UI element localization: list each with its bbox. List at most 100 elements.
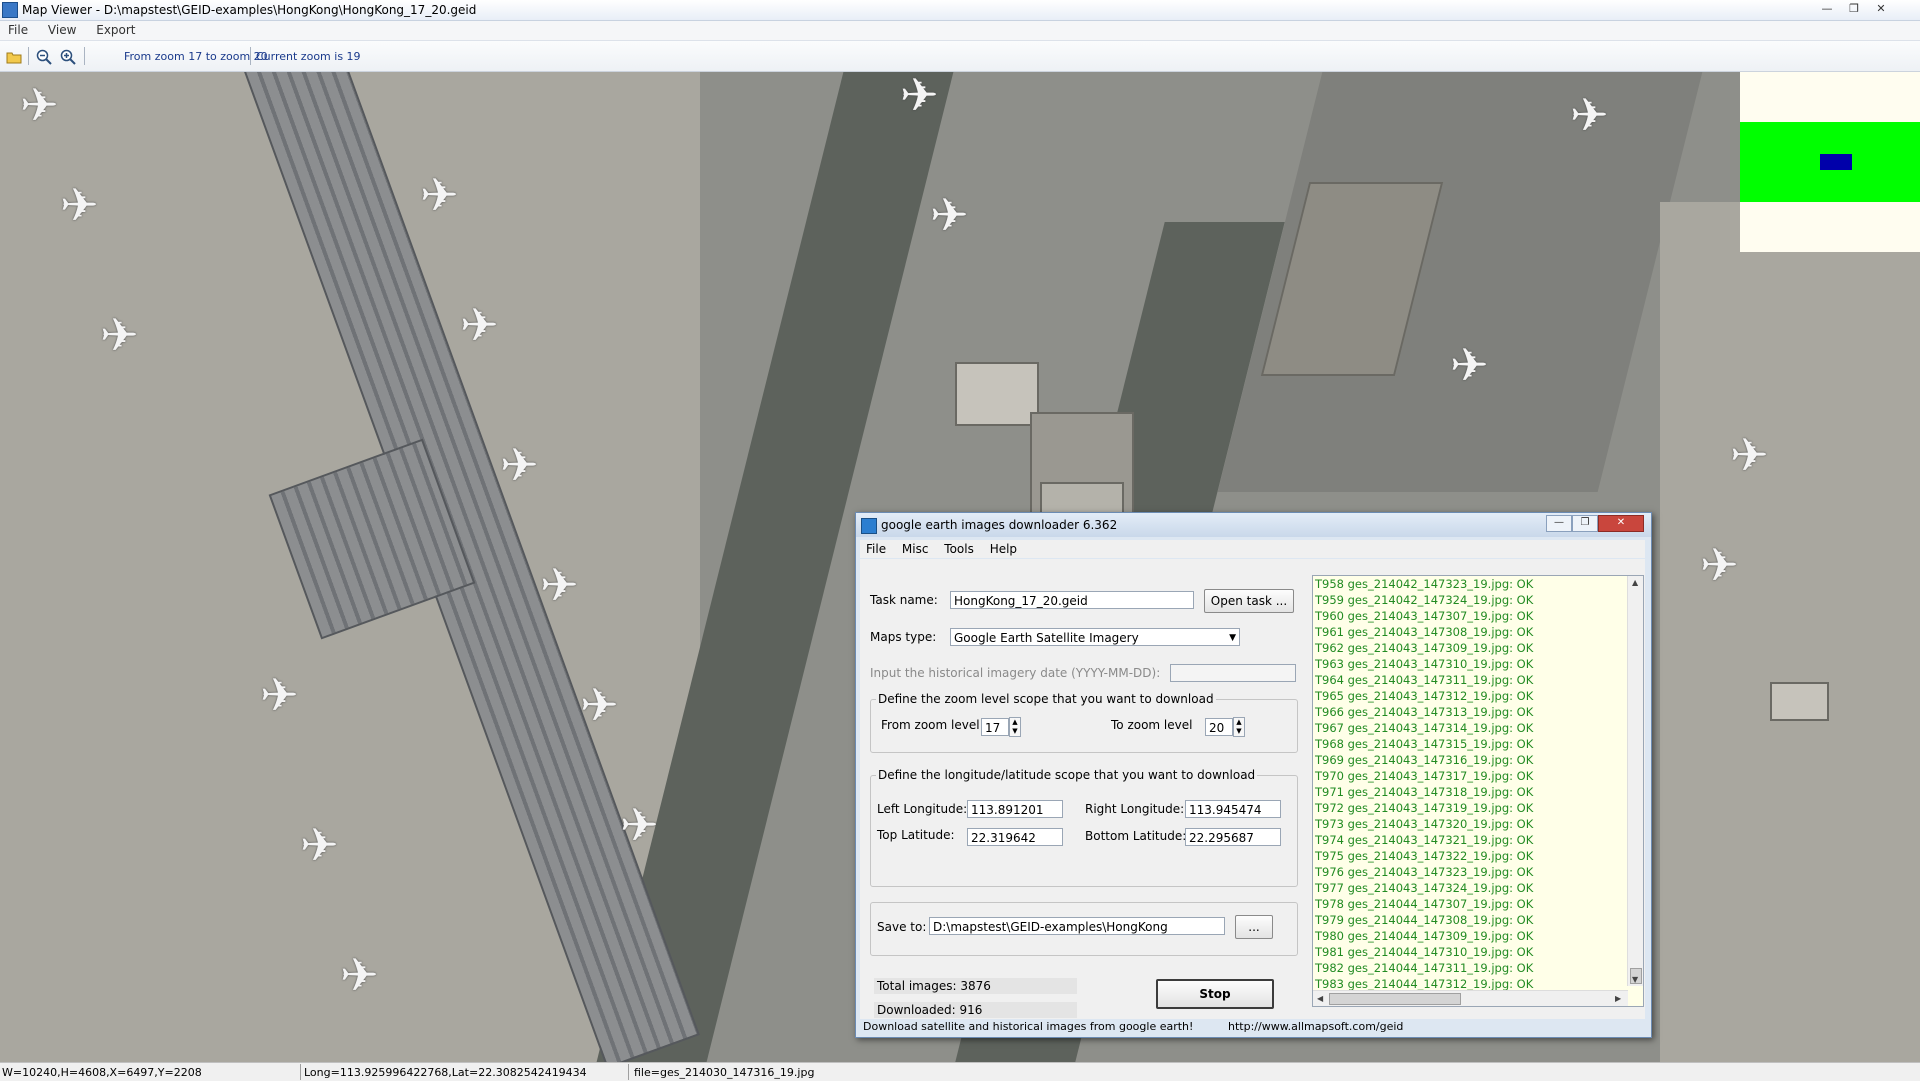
left-longitude-label: Left Longitude:	[877, 802, 968, 816]
log-line: T967 ges_214043_147314_19.jpg: OK	[1315, 721, 1534, 735]
airplane-icon: ✈	[1570, 88, 1609, 142]
menu-file[interactable]: File	[0, 21, 36, 37]
airplane-icon: ✈	[260, 668, 299, 722]
building	[955, 362, 1039, 426]
dialog-menu-bar: File Misc Tools Help	[860, 540, 1645, 558]
restore-button[interactable]: ❐	[1843, 1, 1865, 17]
log-line: T964 ges_214043_147311_19.jpg: OK	[1315, 673, 1534, 687]
left-longitude-input[interactable]: 113.891201	[967, 800, 1063, 818]
stop-button[interactable]: Stop	[1156, 979, 1274, 1009]
log-line: T973 ges_214043_147320_19.jpg: OK	[1315, 817, 1534, 831]
status-separator	[300, 1064, 301, 1080]
download-log[interactable]: T958 ges_214042_147323_19.jpg: OK T959 ge…	[1312, 575, 1644, 1007]
status-file: file=ges_214030_147316_19.jpg	[634, 1066, 815, 1079]
browse-button[interactable]: ...	[1235, 915, 1273, 939]
to-zoom-input[interactable]: 20	[1205, 718, 1233, 736]
current-zoom-text: Current zoom is 19	[256, 50, 361, 63]
log-horizontal-scrollbar[interactable]: ◀ ▶	[1313, 990, 1628, 1006]
east-apron	[1660, 202, 1920, 1062]
log-line: T968 ges_214043_147315_19.jpg: OK	[1315, 737, 1534, 751]
dialog-menu-help[interactable]: Help	[984, 540, 1023, 556]
scroll-up-icon[interactable]: ▲	[1632, 578, 1638, 587]
airplane-icon: ✈	[100, 308, 139, 362]
log-line: T980 ges_214044_147309_19.jpg: OK	[1315, 929, 1534, 943]
airplane-icon: ✈	[20, 78, 59, 132]
log-line: T961 ges_214043_147308_19.jpg: OK	[1315, 625, 1534, 639]
scroll-left-icon[interactable]: ◀	[1317, 994, 1323, 1003]
airplane-icon: ✈	[540, 558, 579, 612]
folder-open-icon[interactable]	[6, 49, 22, 65]
dialog-minimize-button[interactable]: —	[1546, 515, 1572, 532]
airplane-icon: ✈	[300, 818, 339, 872]
dialog-menu-file[interactable]: File	[860, 540, 892, 556]
downloader-dialog: google earth images downloader 6.362 — ❐…	[855, 512, 1652, 1038]
save-to-label: Save to:	[877, 920, 927, 934]
airplane-icon: ✈	[1700, 538, 1739, 592]
log-line: T965 ges_214043_147312_19.jpg: OK	[1315, 689, 1534, 703]
right-longitude-input[interactable]: 113.945474	[1185, 800, 1281, 818]
menu-bar: File View Export	[0, 21, 1920, 41]
zoom-range-text: From zoom 17 to zoom 20	[124, 50, 268, 63]
maps-type-label: Maps type:	[870, 630, 937, 644]
chevron-down-icon: ▼	[1229, 633, 1236, 643]
from-zoom-label: From zoom level	[881, 718, 980, 732]
save-path-input[interactable]: D:\mapstest\GEID-examples\HongKong	[929, 917, 1225, 935]
log-line: T970 ges_214043_147317_19.jpg: OK	[1315, 769, 1534, 783]
maps-type-select[interactable]: Google Earth Satellite Imagery ▼	[950, 628, 1240, 646]
dialog-menu-tools[interactable]: Tools	[938, 540, 980, 556]
log-line: T982 ges_214044_147311_19.jpg: OK	[1315, 961, 1534, 975]
log-line: T974 ges_214043_147321_19.jpg: OK	[1315, 833, 1534, 847]
task-name-input[interactable]: HongKong_17_20.geid	[950, 591, 1194, 609]
historical-date-input[interactable]	[1170, 664, 1296, 682]
globe-icon	[861, 518, 877, 534]
toolbar-separator	[250, 47, 251, 65]
airplane-icon: ✈	[930, 188, 969, 242]
log-line: T978 ges_214044_147307_19.jpg: OK	[1315, 897, 1534, 911]
airplane-icon: ✈	[1730, 428, 1769, 482]
status-separator	[628, 1064, 629, 1080]
airplane-icon: ✈	[340, 948, 379, 1002]
scroll-right-icon[interactable]: ▶	[1615, 994, 1621, 1003]
log-line: T971 ges_214043_147318_19.jpg: OK	[1315, 785, 1534, 799]
open-task-button[interactable]: Open task ...	[1204, 589, 1294, 613]
dialog-footer-url[interactable]: http://www.allmapsoft.com/geid	[1228, 1020, 1403, 1033]
airplane-icon: ✈	[420, 168, 459, 222]
log-vertical-scrollbar[interactable]: ▲ ▼	[1627, 576, 1643, 986]
airplane-icon: ✈	[60, 178, 99, 232]
window-titlebar: Map Viewer - D:\mapstest\GEID-examples\H…	[0, 0, 1920, 21]
total-images-text: Total images: 3876	[874, 978, 1077, 994]
top-latitude-input[interactable]: 22.319642	[967, 828, 1063, 846]
menu-view[interactable]: View	[40, 21, 84, 37]
zoom-level-group: Define the zoom level scope that you wan…	[870, 692, 1298, 753]
from-zoom-stepper[interactable]: ▲ ▼	[1009, 717, 1021, 737]
log-line: T976 ges_214043_147323_19.jpg: OK	[1315, 865, 1534, 879]
dialog-maximize-button[interactable]: ❐	[1572, 515, 1598, 532]
log-line: T959 ges_214042_147324_19.jpg: OK	[1315, 593, 1534, 607]
scroll-down-icon[interactable]: ▼	[1632, 975, 1638, 984]
dialog-menu-misc[interactable]: Misc	[896, 540, 935, 556]
dialog-close-button[interactable]: ✕	[1598, 515, 1644, 532]
close-button[interactable]: ✕	[1870, 1, 1892, 17]
zoom-in-icon[interactable]	[60, 49, 76, 65]
from-zoom-input[interactable]: 17	[981, 718, 1009, 736]
bottom-latitude-label: Bottom Latitude:	[1085, 829, 1187, 843]
menu-export[interactable]: Export	[88, 21, 143, 37]
zoom-group-legend: Define the zoom level scope that you wan…	[876, 692, 1216, 706]
airplane-icon: ✈	[460, 298, 499, 352]
bottom-latitude-input[interactable]: 22.295687	[1185, 828, 1281, 846]
historical-date-label: Input the historical imagery date (YYYY-…	[870, 666, 1161, 680]
minimize-button[interactable]: —	[1816, 1, 1838, 17]
save-group: Save to: D:\mapstest\GEID-examples\HongK…	[870, 902, 1298, 956]
status-coordinates: Long=113.925996422768,Lat=22.30825424194…	[304, 1066, 587, 1079]
zoom-out-icon[interactable]	[36, 49, 52, 65]
dialog-body: Task name: HongKong_17_20.geid Open task…	[860, 559, 1645, 1019]
lonlat-group: Define the longitude/latitude scope that…	[870, 768, 1298, 887]
lonlat-group-legend: Define the longitude/latitude scope that…	[876, 768, 1258, 782]
overview-viewport[interactable]	[1820, 154, 1852, 170]
to-zoom-stepper[interactable]: ▲ ▼	[1233, 717, 1245, 737]
log-horizontal-thumb[interactable]	[1329, 993, 1461, 1005]
log-line: T962 ges_214043_147309_19.jpg: OK	[1315, 641, 1534, 655]
to-zoom-label: To zoom level	[1111, 718, 1193, 732]
overview-map[interactable]	[1740, 72, 1920, 252]
window-title: Map Viewer - D:\mapstest\GEID-examples\H…	[22, 3, 477, 17]
